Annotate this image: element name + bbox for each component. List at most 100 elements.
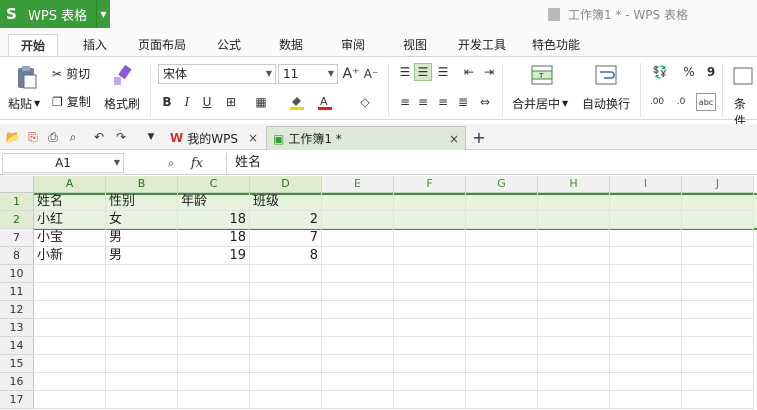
row-header[interactable]: 1: [0, 193, 34, 211]
grid-cell[interactable]: [394, 391, 466, 409]
grid-cell[interactable]: 姓名: [34, 193, 106, 211]
tab-view[interactable]: 视图: [392, 34, 438, 56]
close-icon[interactable]: ×: [248, 131, 258, 145]
redo-icon[interactable]: ↷: [112, 128, 130, 146]
grid-cell[interactable]: [394, 319, 466, 337]
bold-icon[interactable]: B: [158, 93, 176, 111]
clear-format-icon[interactable]: ◇: [356, 93, 374, 111]
grid-cell[interactable]: [178, 337, 250, 355]
row-header[interactable]: 15: [0, 355, 34, 373]
row-header[interactable]: 17: [0, 391, 34, 409]
paste-icon[interactable]: [10, 63, 42, 91]
fx-icon[interactable]: fx: [188, 154, 206, 172]
brush-icon[interactable]: [108, 63, 136, 89]
grid-cell[interactable]: [178, 373, 250, 391]
grid-cell[interactable]: [538, 265, 610, 283]
grid-cell[interactable]: [106, 337, 178, 355]
grid-cell[interactable]: [682, 355, 754, 373]
tab-special[interactable]: 特色功能: [524, 34, 588, 56]
grid-cell[interactable]: [610, 193, 682, 211]
grid-cell[interactable]: 班级: [250, 193, 322, 211]
grid-cell[interactable]: [250, 283, 322, 301]
grid-cell[interactable]: [682, 319, 754, 337]
align-middle-icon[interactable]: ☰: [414, 63, 432, 81]
grid-cell[interactable]: [322, 391, 394, 409]
app-menu-button[interactable]: S WPS 表格 ▼: [0, 0, 110, 28]
grid-cell[interactable]: [538, 247, 610, 265]
grid-cell[interactable]: [538, 283, 610, 301]
wrap-text-icon[interactable]: [594, 63, 618, 87]
distribute-icon[interactable]: ⇔: [476, 93, 494, 111]
export-pdf-icon[interactable]: ⎘: [24, 128, 42, 146]
column-header[interactable]: F: [394, 176, 466, 193]
column-header[interactable]: J: [682, 176, 754, 193]
grid-cell[interactable]: 男: [106, 247, 178, 265]
grid-cell[interactable]: [322, 337, 394, 355]
grid-cell[interactable]: [610, 283, 682, 301]
grid-cell[interactable]: [250, 355, 322, 373]
grid-cell[interactable]: 小新: [34, 247, 106, 265]
grid-cell[interactable]: [106, 283, 178, 301]
align-left-icon[interactable]: ≡: [396, 93, 414, 111]
grid-cell[interactable]: 2: [250, 211, 322, 229]
grid-cell[interactable]: [322, 283, 394, 301]
column-header[interactable]: D: [250, 176, 322, 193]
grid-cell[interactable]: [106, 391, 178, 409]
grid-cell[interactable]: [682, 193, 754, 211]
percent-button[interactable]: %: [680, 63, 698, 81]
grid-cell[interactable]: [466, 319, 538, 337]
format-painter-button[interactable]: 格式刷: [104, 95, 140, 112]
grid-cell[interactable]: [538, 391, 610, 409]
grid-cell[interactable]: [466, 193, 538, 211]
tab-page-layout[interactable]: 页面布局: [130, 34, 194, 56]
chevron-down-icon[interactable]: ▼: [96, 0, 110, 28]
grid-cell[interactable]: 19: [178, 247, 250, 265]
decrease-decimal-icon[interactable]: .0: [672, 93, 690, 111]
grid-cell[interactable]: [250, 301, 322, 319]
copy-button[interactable]: ❐ 复制: [52, 93, 91, 110]
cut-button[interactable]: ✂ 剪切: [52, 65, 90, 82]
grid-cell[interactable]: [610, 373, 682, 391]
conditional-icon[interactable]: [732, 65, 757, 87]
grid-cell[interactable]: [538, 301, 610, 319]
grid-cell[interactable]: [682, 247, 754, 265]
indent-decrease-icon[interactable]: ⇤: [460, 63, 478, 81]
grid-cell[interactable]: [538, 319, 610, 337]
row-header[interactable]: 10: [0, 265, 34, 283]
grid-cell[interactable]: [682, 229, 754, 247]
underline-icon[interactable]: U: [198, 93, 216, 111]
name-box[interactable]: A1 ▼: [2, 153, 124, 173]
tab-insert[interactable]: 插入: [72, 34, 118, 56]
grid-cell[interactable]: [610, 355, 682, 373]
grid-cell[interactable]: 年龄: [178, 193, 250, 211]
grid-cell[interactable]: [538, 229, 610, 247]
row-header[interactable]: 13: [0, 319, 34, 337]
row-header[interactable]: 12: [0, 301, 34, 319]
open-folder-icon[interactable]: 📂: [4, 128, 22, 146]
grid-cell[interactable]: [34, 301, 106, 319]
grid-cell[interactable]: [178, 355, 250, 373]
paste-button[interactable]: 粘贴 ▼: [8, 95, 40, 112]
currency-icon[interactable]: 💱: [648, 63, 672, 81]
grid-cell[interactable]: [322, 355, 394, 373]
grid-cell[interactable]: [178, 391, 250, 409]
grid-cell[interactable]: [394, 355, 466, 373]
grid-cell[interactable]: [466, 337, 538, 355]
grid-cell[interactable]: [106, 265, 178, 283]
merge-center-icon[interactable]: T: [530, 63, 554, 87]
tab-home[interactable]: 开始: [8, 34, 58, 56]
grid-cell[interactable]: [322, 301, 394, 319]
grid-cell[interactable]: [34, 337, 106, 355]
column-header[interactable]: A: [34, 176, 106, 193]
indent-increase-icon[interactable]: ⇥: [480, 63, 498, 81]
column-header[interactable]: E: [322, 176, 394, 193]
formula-input[interactable]: 姓名: [226, 153, 757, 173]
row-header[interactable]: 8: [0, 247, 34, 265]
grid-cell[interactable]: [538, 373, 610, 391]
grid-cell[interactable]: [466, 373, 538, 391]
select-all-corner[interactable]: [0, 176, 34, 193]
tab-data[interactable]: 数据: [268, 34, 314, 56]
grid-cell[interactable]: [394, 247, 466, 265]
column-header[interactable]: C: [178, 176, 250, 193]
grid-cell[interactable]: [466, 355, 538, 373]
